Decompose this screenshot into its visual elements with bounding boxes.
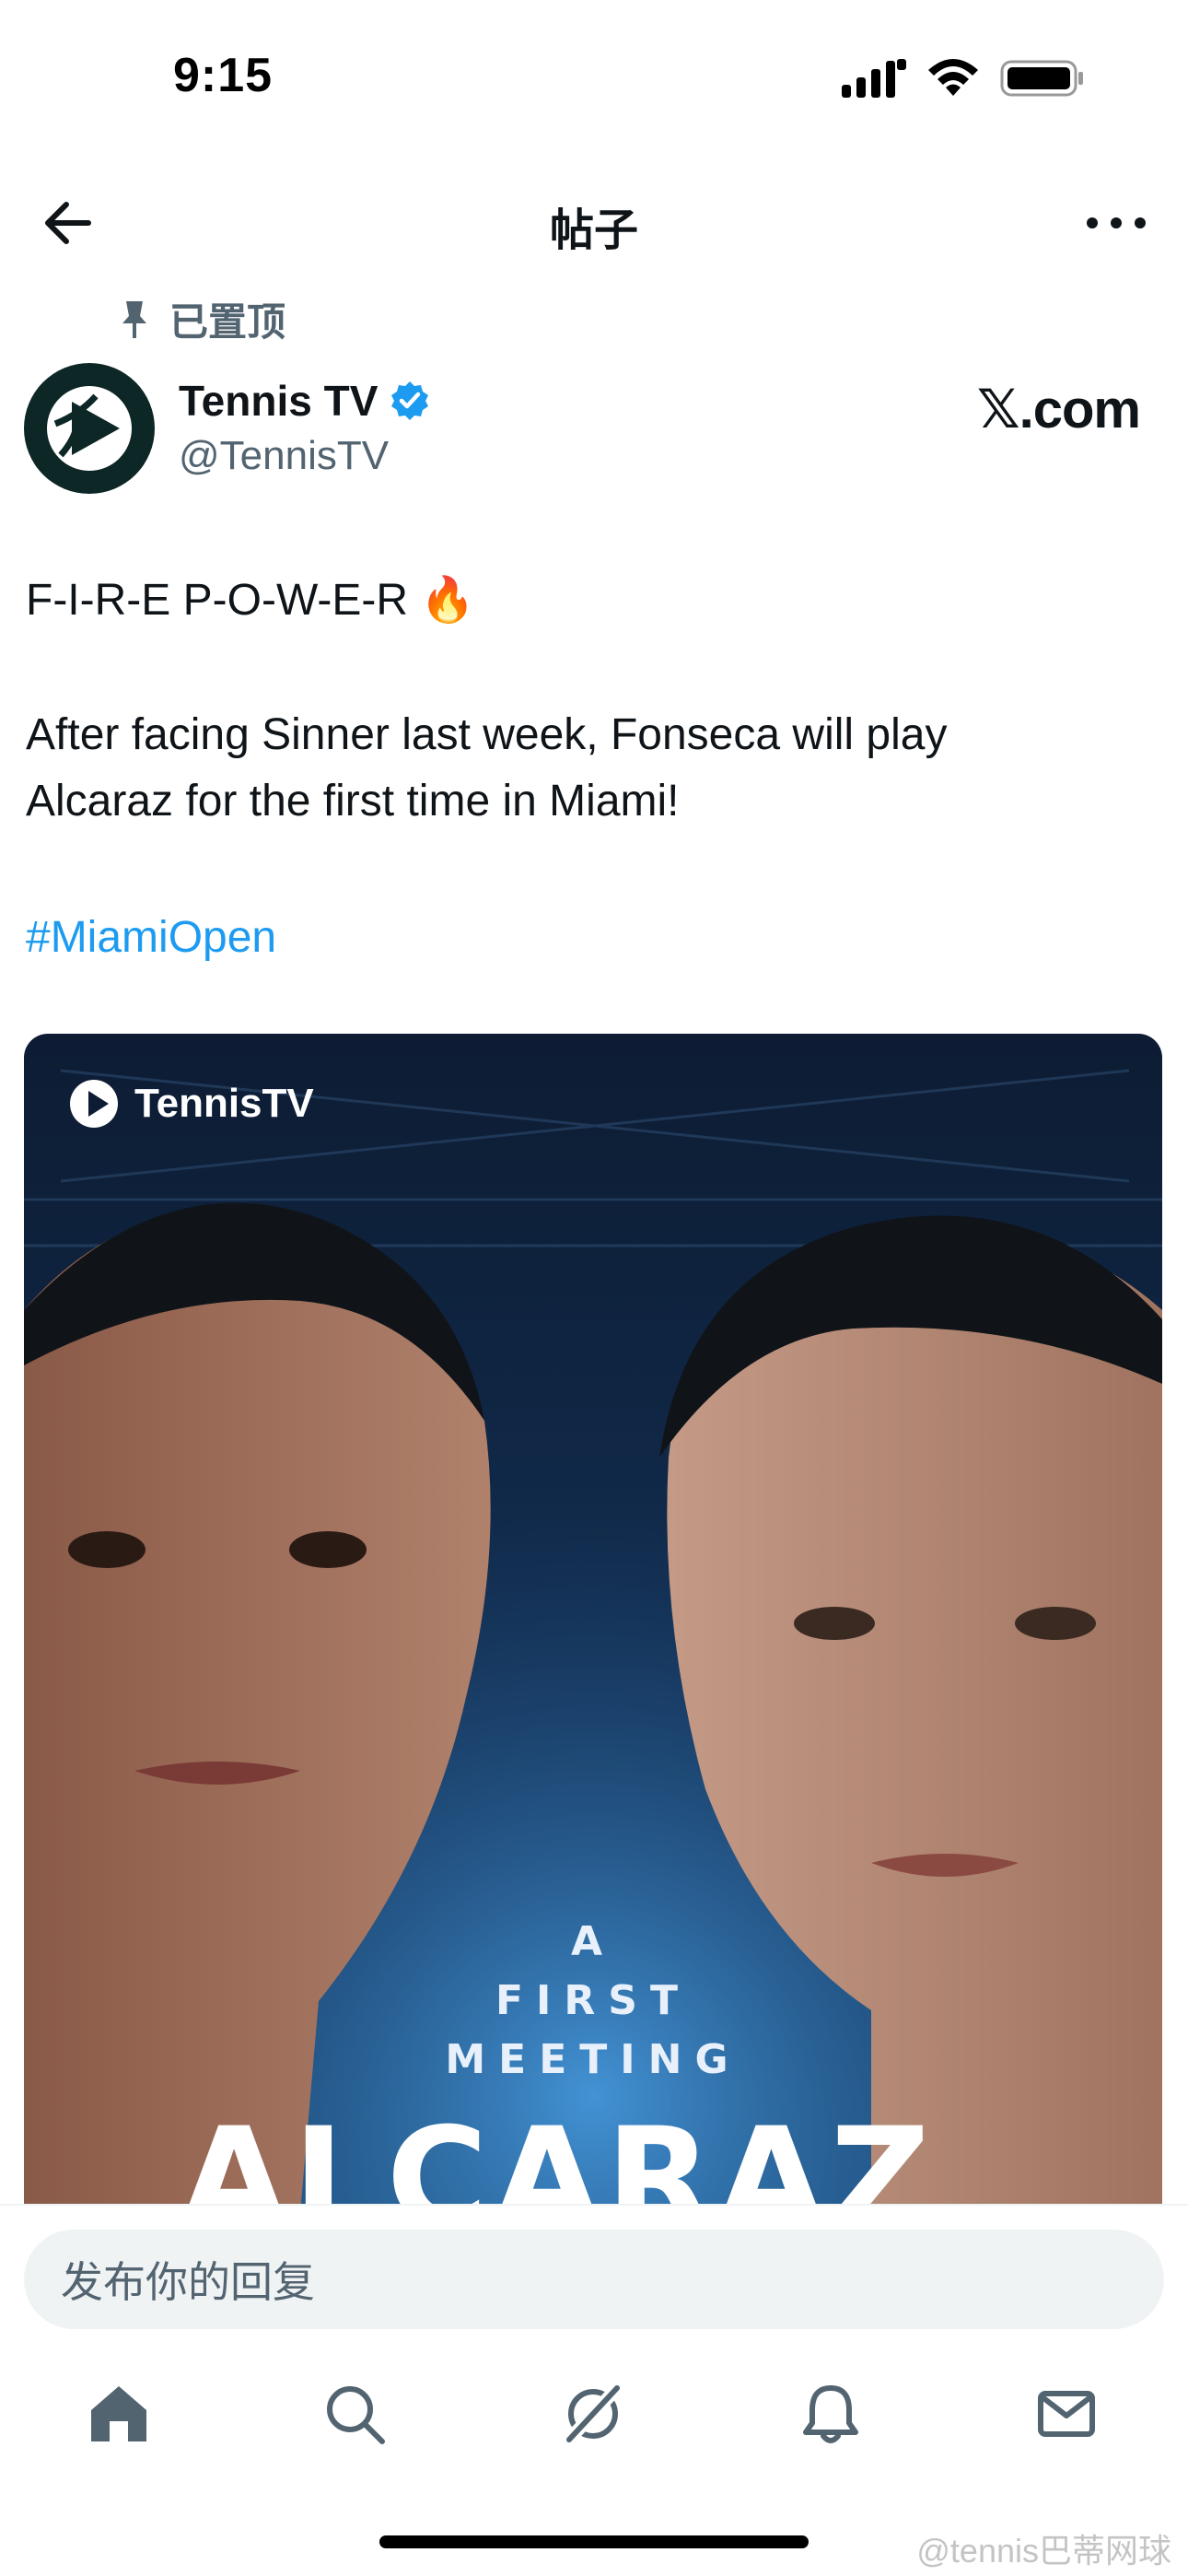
tweet-text-line-2: After facing Sinner last week, Fonseca w… bbox=[26, 710, 948, 759]
media-tagline-1: A bbox=[570, 1918, 616, 1965]
search-icon bbox=[321, 2381, 388, 2447]
reply-placeholder: 发布你的回复 bbox=[61, 2258, 315, 2306]
tweet-text-line-1: F-I-R-E P-O-W-E-R 🔥 bbox=[26, 576, 476, 625]
verified-badge-icon bbox=[389, 380, 431, 422]
media-logo: TennisTV bbox=[66, 1076, 314, 1131]
media-logo-text: TennisTV bbox=[134, 1081, 314, 1126]
tennis-tv-logo-icon bbox=[66, 1076, 122, 1131]
wifi-icon bbox=[926, 59, 980, 98]
watermark: @tennis巴蒂网球 bbox=[916, 2532, 1171, 2570]
tab-home[interactable] bbox=[82, 2377, 156, 2451]
pinned-label: 已置顶 bbox=[169, 300, 286, 344]
tab-messages[interactable] bbox=[1030, 2377, 1103, 2451]
pin-icon bbox=[120, 299, 149, 340]
media-tagline-3: MEETING bbox=[445, 2036, 741, 2083]
author-name-row[interactable]: Tennis TV bbox=[179, 376, 431, 426]
more-horizontal-icon bbox=[1079, 190, 1153, 256]
grok-icon bbox=[560, 2381, 626, 2447]
home-indicator bbox=[379, 2535, 809, 2548]
avatar[interactable] bbox=[24, 363, 155, 494]
hashtag-link[interactable]: #MiamiOpen bbox=[26, 912, 276, 963]
tab-grok[interactable] bbox=[556, 2377, 630, 2451]
divider bbox=[0, 2204, 1188, 2206]
cellular-signal-icon bbox=[842, 59, 906, 98]
status-icons bbox=[842, 59, 1085, 98]
author-handle[interactable]: @TennisTV bbox=[179, 433, 389, 479]
tab-notifications[interactable] bbox=[794, 2377, 868, 2451]
media-player-name: ALCARAZ bbox=[181, 2099, 937, 2213]
bell-icon bbox=[798, 2381, 864, 2447]
reply-input[interactable]: 发布你的回复 bbox=[24, 2230, 1164, 2329]
more-button[interactable] bbox=[1079, 190, 1153, 256]
home-icon bbox=[86, 2381, 152, 2447]
tab-search[interactable] bbox=[318, 2377, 391, 2451]
source-badge: 𝕏.com bbox=[976, 380, 1141, 439]
author-name[interactable]: Tennis TV bbox=[179, 376, 378, 426]
page-title: 帖子 bbox=[549, 206, 638, 255]
pinned-indicator: 已置顶 bbox=[120, 291, 285, 347]
mail-icon bbox=[1033, 2381, 1100, 2447]
status-time: 9:15 bbox=[173, 49, 274, 102]
media-tagline-2: FIRST bbox=[495, 1977, 691, 2024]
tweet-text-line-3: Alcaraz for the first time in Miami! bbox=[26, 777, 680, 825]
post-media-image[interactable]: TennisTV A FIRST MEETING ALCARAZ bbox=[24, 1034, 1162, 2213]
tennis-tv-logo-icon bbox=[47, 386, 132, 471]
battery-icon bbox=[1000, 59, 1085, 98]
